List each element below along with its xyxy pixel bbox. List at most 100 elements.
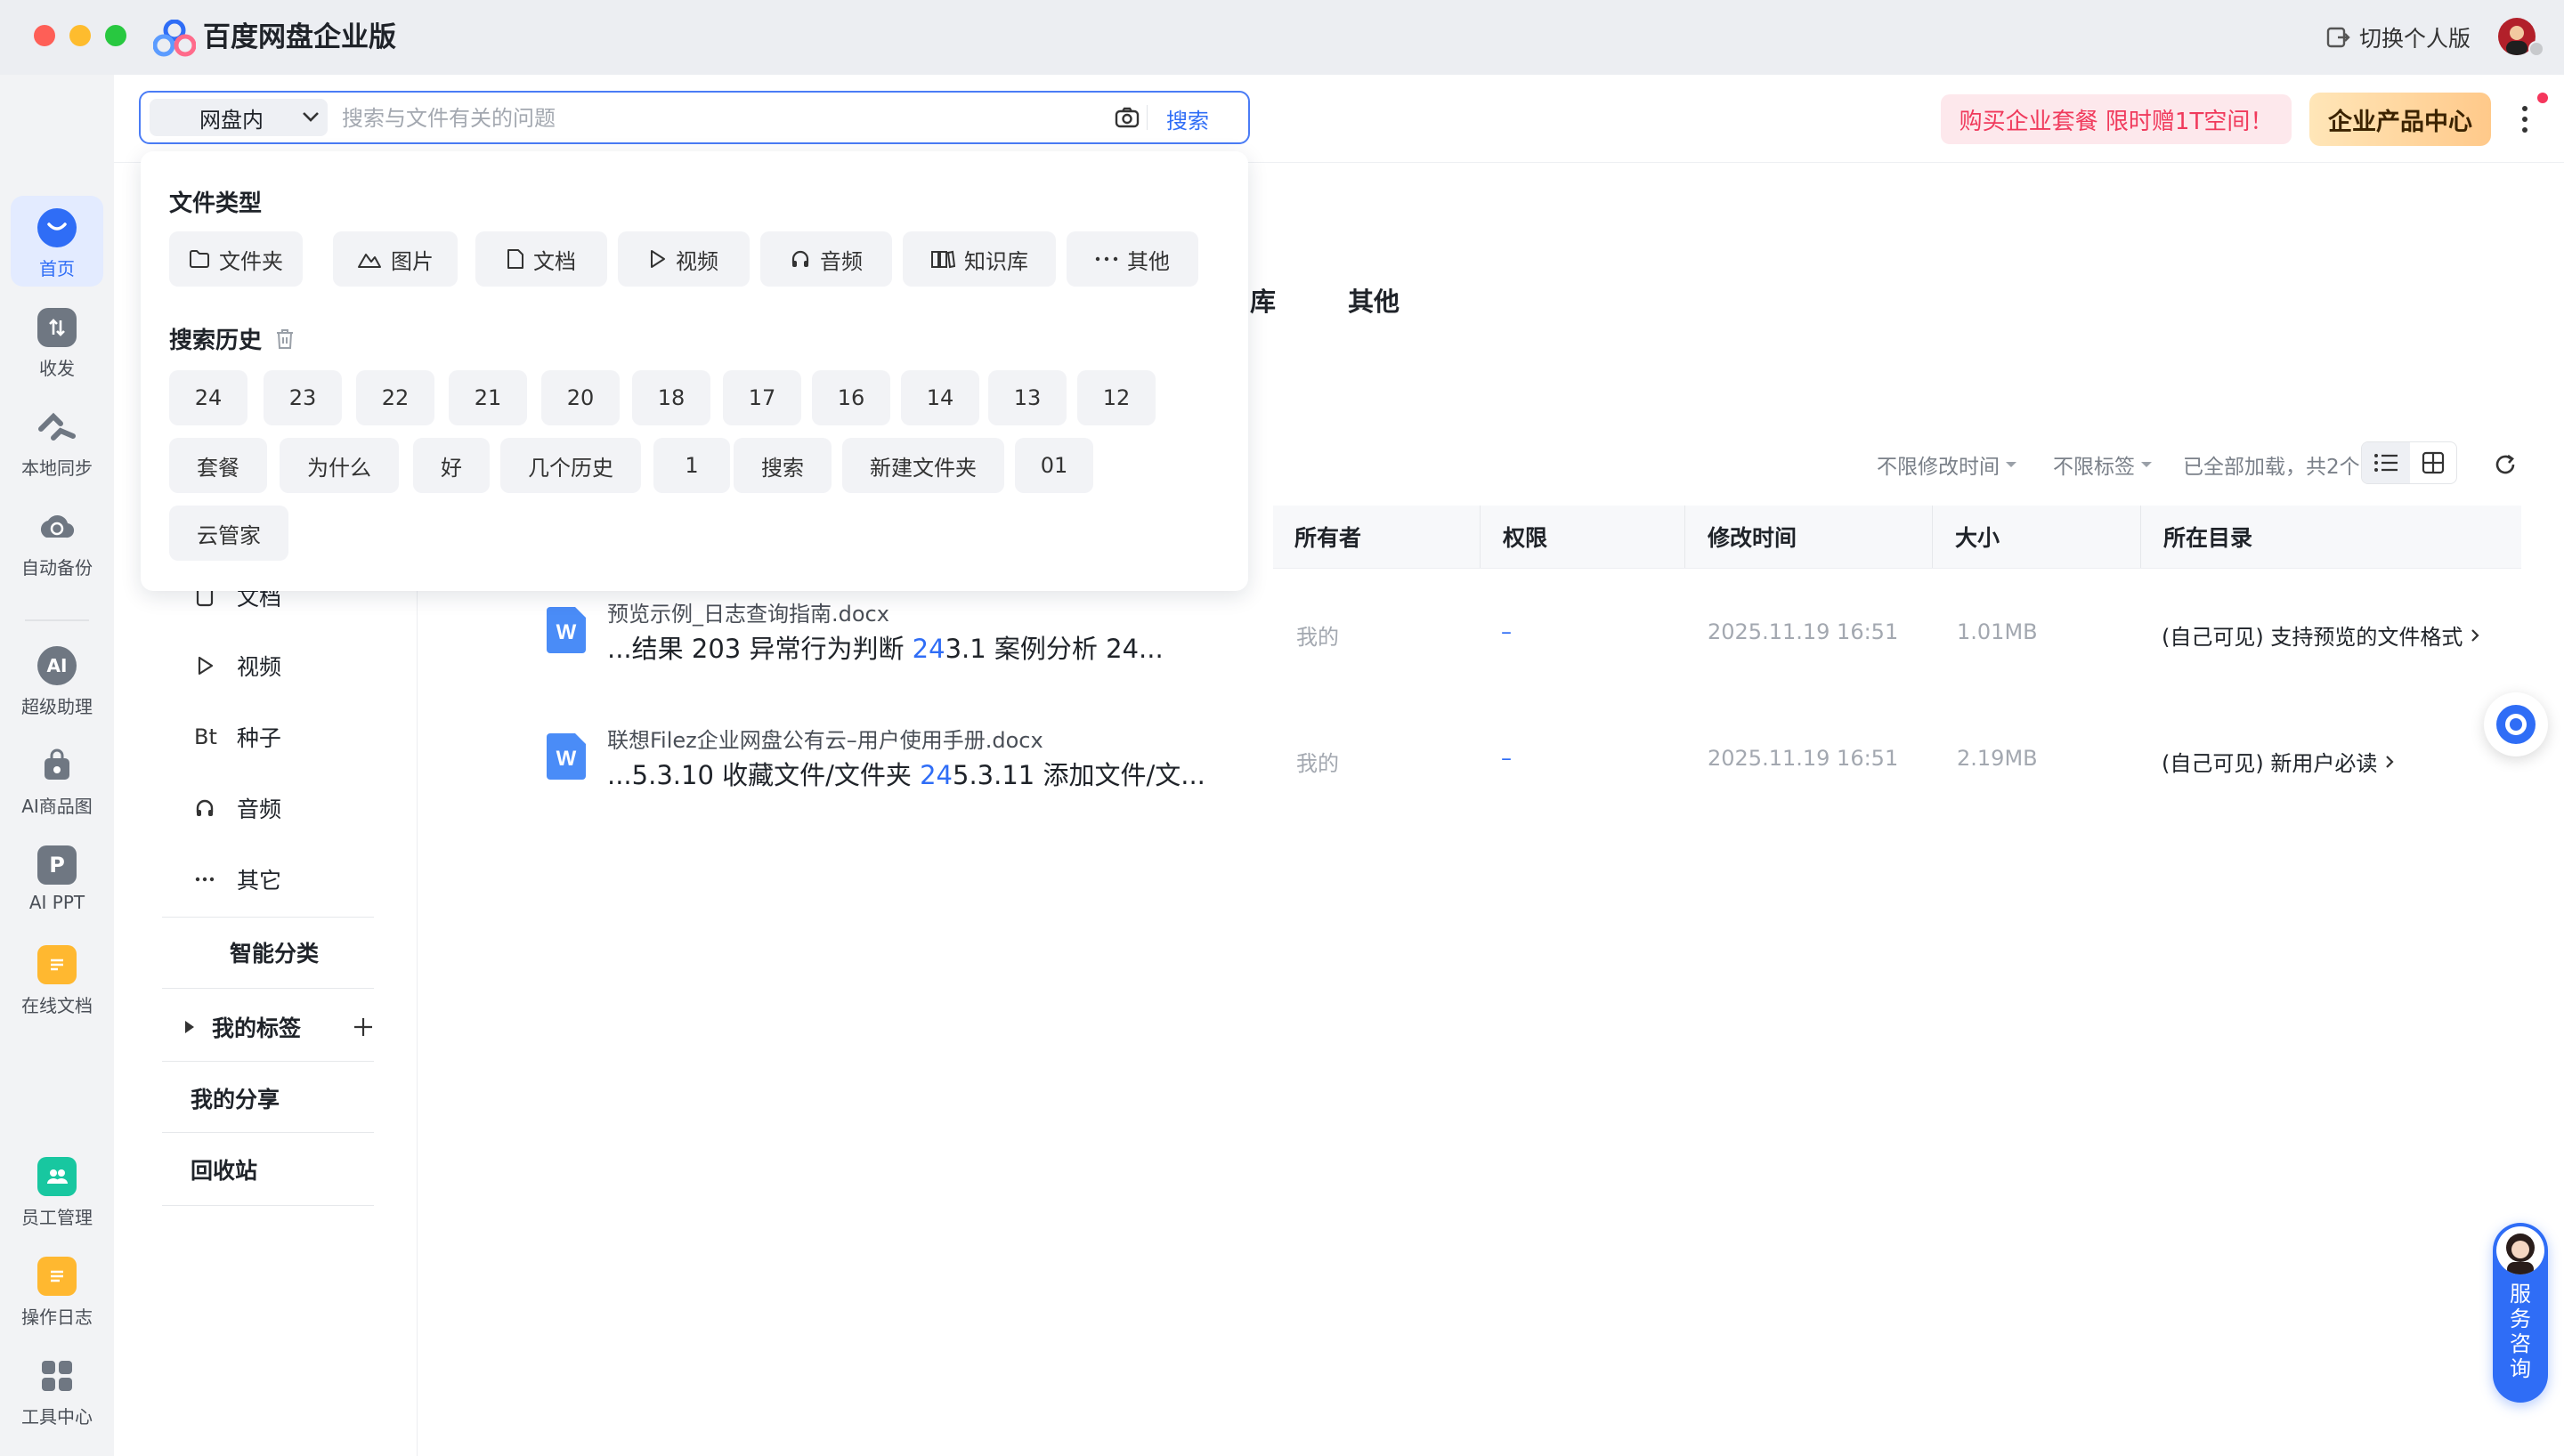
trash-icon[interactable] <box>274 328 296 351</box>
window-minimize-button[interactable] <box>69 25 91 46</box>
file-type-video[interactable]: 视频 <box>618 231 750 287</box>
history-chip[interactable]: 好 <box>413 438 490 493</box>
history-chip[interactable]: 1 <box>653 438 730 493</box>
modified-cell: 2025.11.19 16:51 <box>1708 746 1899 771</box>
refresh-icon[interactable] <box>2493 452 2518 477</box>
directory-link[interactable]: (自己可见) 支持预览的文件格式 <box>2162 619 2480 651</box>
history-chip[interactable]: 18 <box>632 370 710 425</box>
file-type-document[interactable]: 文档 <box>475 231 607 287</box>
rail-label-local-sync: 本地同步 <box>21 457 93 479</box>
sidebar-item-smart-category[interactable]: 智能分类 <box>230 936 319 968</box>
history-chip[interactable]: 套餐 <box>169 438 267 493</box>
grid-view-icon[interactable] <box>2410 442 2456 483</box>
file-type-knowledge-base[interactable]: 知识库 <box>903 231 1056 287</box>
chat-assistant-button[interactable] <box>2484 692 2548 756</box>
sidebar-item-seed[interactable]: Bt 种子 <box>194 721 281 753</box>
history-chip[interactable]: 14 <box>901 370 979 425</box>
add-tag-icon[interactable] <box>353 1016 374 1038</box>
load-status: 已全部加载，共2个 <box>2183 456 2360 479</box>
word-doc-icon: W <box>547 733 586 780</box>
sidebar-item-my-tags[interactable]: 我的标签 <box>183 1011 374 1043</box>
filter-tags[interactable]: 不限标签 <box>2053 449 2153 480</box>
app-logo-icon <box>153 20 196 57</box>
column-header-size[interactable]: 大小 <box>1955 506 2000 568</box>
sidebar-item-audio[interactable]: 音频 <box>194 792 281 824</box>
sidebar-item-video[interactable]: 视频 <box>194 650 281 682</box>
rail-item-local-sync[interactable]: 本地同步 <box>0 400 114 489</box>
history-chip[interactable]: 新建文件夹 <box>842 438 1004 493</box>
window-close-button[interactable] <box>34 25 55 46</box>
history-chip[interactable]: 21 <box>449 370 527 425</box>
search-input[interactable] <box>340 96 1216 141</box>
rail-item-staff-management[interactable]: 员工管理 <box>0 1150 114 1239</box>
table-row[interactable]: W 联想Filez企业网盘公有云–用户使用手册.docx ...5.3.10 收… <box>534 696 2521 822</box>
directory-link[interactable]: (自己可见) 新用户必读 <box>2162 746 2395 777</box>
rail-item-operation-log[interactable]: 操作日志 <box>0 1250 114 1339</box>
match-snippet: ...结果 203 异常行为判断 243.1 案例分析 24... <box>607 634 1164 664</box>
rail-item-ai-ppt[interactable]: P AI PPT <box>0 838 114 927</box>
rail-item-transfer[interactable]: 收发 <box>0 301 114 390</box>
permission-cell: – <box>1501 746 1512 771</box>
file-name[interactable]: 预览示例_日志查询指南.docx <box>607 596 889 627</box>
service-consult-button[interactable]: 服务咨询 <box>2493 1223 2548 1403</box>
history-chip[interactable]: 搜索 <box>734 438 832 493</box>
tab-knowledge-base[interactable]: 库 <box>1250 281 1276 319</box>
history-chip[interactable]: 17 <box>723 370 801 425</box>
sidebar-item-other[interactable]: 其它 <box>194 863 281 895</box>
column-header-directory[interactable]: 所在目录 <box>2163 506 2252 568</box>
rail-item-tool-center[interactable]: 工具中心 <box>0 1349 114 1438</box>
history-chip[interactable]: 为什么 <box>280 438 399 493</box>
history-chip[interactable]: 16 <box>812 370 890 425</box>
history-chip[interactable]: 20 <box>541 370 620 425</box>
grid-apps-icon <box>37 1356 77 1395</box>
column-header-modified[interactable]: 修改时间 <box>1708 506 1797 568</box>
file-type-audio[interactable]: 音频 <box>760 231 892 287</box>
file-type-other[interactable]: 其他 <box>1067 231 1198 287</box>
sidebar-item-my-share[interactable]: 我的分享 <box>191 1082 280 1114</box>
history-chip[interactable]: 12 <box>1077 370 1156 425</box>
file-type-folder[interactable]: 文件夹 <box>169 231 303 287</box>
search-button[interactable]: 搜索 <box>1166 103 1209 134</box>
product-center-button[interactable]: 企业产品中心 <box>2309 93 2491 146</box>
file-type-image[interactable]: 图片 <box>333 231 458 287</box>
history-chip[interactable]: 24 <box>169 370 247 425</box>
more-menu-icon[interactable] <box>2516 101 2534 137</box>
rail-label-ai-ppt: AI PPT <box>28 892 85 913</box>
search-scope-select[interactable]: 网盘内 <box>150 99 328 136</box>
sidebar-label-audio: 音频 <box>237 797 282 822</box>
sidebar-label-my-tags: 我的标签 <box>212 1015 302 1041</box>
window-zoom-button[interactable] <box>105 25 126 46</box>
rail-item-online-docs[interactable]: 在线文档 <box>0 938 114 1027</box>
file-name[interactable]: 联想Filez企业网盘公有云–用户使用手册.docx <box>607 723 1043 754</box>
sidebar-border <box>417 498 418 1456</box>
history-chip[interactable]: 几个历史 <box>500 438 641 493</box>
owner-cell: 我的 <box>1296 625 1339 650</box>
column-header-owner[interactable]: 所有者 <box>1294 506 1361 568</box>
ellipsis-icon <box>1095 255 1118 263</box>
history-chip[interactable]: 13 <box>988 370 1067 425</box>
promo-banner[interactable]: 购买企业套餐 限时赠1T空间！ <box>1941 94 2292 144</box>
rail-item-ai-product-image[interactable]: AI商品图 <box>0 739 114 828</box>
rail-item-home[interactable]: 首页 <box>0 201 114 290</box>
history-chip[interactable]: 01 <box>1015 438 1093 493</box>
list-view-icon[interactable] <box>2362 442 2410 483</box>
rail-label-transfer: 收发 <box>39 358 75 379</box>
permission-cell: – <box>1501 619 1512 644</box>
camera-icon[interactable] <box>1115 107 1140 128</box>
tab-other[interactable]: 其他 <box>1348 281 1400 319</box>
rail-item-super-assistant[interactable]: AI 超级助理 <box>0 639 114 728</box>
filter-modified-time[interactable]: 不限修改时间 <box>1877 449 2017 480</box>
online-doc-icon <box>37 945 77 984</box>
rail-item-auto-backup[interactable]: 自动备份 <box>0 500 114 589</box>
column-header-permission[interactable]: 权限 <box>1503 506 1547 568</box>
history-chip[interactable]: 23 <box>264 370 342 425</box>
shopping-bag-icon <box>37 746 77 785</box>
transfer-icon <box>37 308 77 347</box>
sidebar-item-recycle-bin[interactable]: 回收站 <box>191 1153 257 1185</box>
history-chip[interactable]: 22 <box>356 370 434 425</box>
column-divider <box>1932 506 1933 568</box>
switch-personal-button[interactable]: 切换个人版 <box>2325 21 2471 53</box>
history-chip[interactable]: 云管家 <box>169 506 288 561</box>
rail-label-super-assistant: 超级助理 <box>21 696 93 717</box>
rail-label-operation-log: 操作日志 <box>21 1306 93 1328</box>
